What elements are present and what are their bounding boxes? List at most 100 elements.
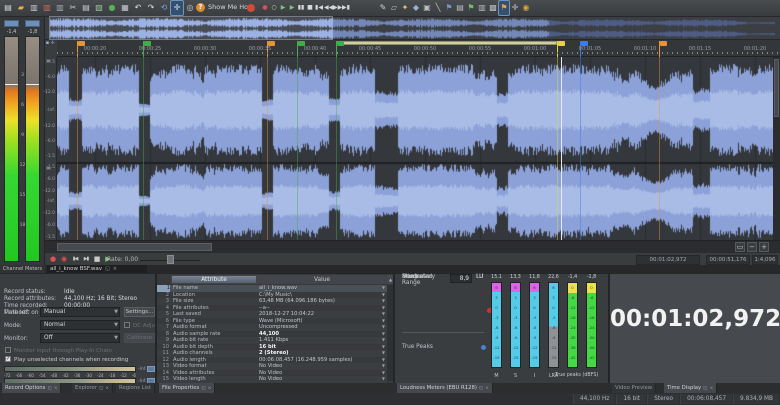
calibrate-button[interactable]: Calibrate: [124, 333, 155, 343]
doc-go-start-button[interactable]: ▮◀: [70, 254, 80, 265]
tool-icon[interactable]: ▥: [477, 1, 487, 15]
overview-waveform-canvas[interactable]: [45, 17, 780, 40]
horizontal-scrollbar-thumb[interactable]: [57, 243, 212, 251]
help-icon[interactable]: ?: [196, 3, 205, 12]
settings-button[interactable]: Settings...: [124, 307, 155, 317]
dc-adjust-checkbox[interactable]: [124, 322, 130, 328]
toolbar-icon[interactable]: ◎: [184, 1, 196, 15]
transport-icon[interactable]: ▮◀: [315, 1, 323, 15]
float-window-icon[interactable]: ◱: [99, 386, 103, 391]
tool-icon[interactable]: ✛: [510, 1, 520, 15]
tool-icon[interactable]: ◉: [521, 1, 531, 15]
doc-record-button[interactable]: ●: [48, 254, 58, 265]
doc-loop-record-button[interactable]: ◉: [59, 254, 69, 265]
playback-cursor[interactable]: [561, 57, 562, 240]
toolbar-icon[interactable]: ▥: [54, 1, 66, 15]
close-icon[interactable]: ×: [709, 386, 713, 391]
vertical-scrollbar[interactable]: [773, 57, 780, 240]
rate-slider-handle[interactable]: [167, 255, 174, 264]
waveform-canvas[interactable]: [57, 57, 773, 240]
tool-icon[interactable]: ◆: [411, 1, 421, 15]
float-window-icon[interactable]: ◱: [479, 386, 483, 391]
float-window-icon[interactable]: ◱: [47, 386, 51, 391]
tab-record-options[interactable]: Record Options◱×: [2, 383, 61, 393]
doc-go-end-button[interactable]: ▶▮: [81, 254, 91, 265]
doc-stop-button[interactable]: ■: [92, 254, 102, 265]
toolbar-icon[interactable]: ▥: [28, 1, 40, 15]
tool-icon[interactable]: ▤: [455, 1, 465, 15]
tab-loudness-meters[interactable]: Loudness Meters (EBU R128)◱×: [397, 383, 493, 393]
toolbar-icon[interactable]: ▧: [93, 1, 105, 15]
tool-icon[interactable]: ╲: [433, 1, 443, 15]
tool-icon[interactable]: ✎: [378, 1, 388, 15]
toolbar-icon[interactable]: ●: [106, 1, 118, 15]
channel1-minimize-button[interactable]: [46, 59, 51, 63]
tab-file-properties[interactable]: File Properties◱×: [159, 383, 215, 393]
close-icon[interactable]: ×: [485, 386, 489, 391]
close-icon[interactable]: ×: [54, 386, 58, 391]
marker-flag[interactable]: [336, 41, 344, 57]
monitor-input-checkbox[interactable]: [5, 347, 11, 353]
transport-icon[interactable]: ●: [261, 1, 269, 15]
toolbar-icon[interactable]: ↶: [132, 1, 144, 15]
peak-hold-right[interactable]: [25, 20, 40, 27]
tab-video-preview[interactable]: Video Preview: [612, 383, 656, 393]
value-column-header[interactable]: Value: [257, 275, 387, 284]
transport-icon[interactable]: ◀◀: [324, 1, 332, 15]
overview-bar[interactable]: [45, 17, 780, 40]
monitor-select[interactable]: Off▼: [40, 333, 120, 343]
float-window-icon[interactable]: ◱: [201, 386, 205, 391]
snap-icon[interactable]: ✛: [50, 40, 55, 46]
zoom-window-button[interactable]: ▭: [735, 242, 745, 252]
transport-icon[interactable]: ▶▮: [342, 1, 350, 15]
tool-icon[interactable]: ▣: [422, 1, 432, 15]
transport-icon[interactable]: ▮▮: [297, 1, 305, 15]
channel-meters-tab[interactable]: Channel Meters: [0, 265, 45, 273]
record-arm-left-button[interactable]: [147, 366, 155, 372]
tool-icon[interactable]: ▩: [488, 1, 498, 15]
toolbar-icon[interactable]: ▦: [119, 1, 131, 15]
zoom-in-button[interactable]: +: [759, 242, 769, 252]
toolbar-icon[interactable]: ▤: [2, 1, 14, 15]
float-window-icon[interactable]: ◱: [105, 265, 110, 273]
transport-icon[interactable]: ○: [270, 1, 278, 15]
toolbar-icon[interactable]: ▰: [15, 1, 27, 15]
tool-icon[interactable]: ▱: [389, 1, 399, 15]
close-icon[interactable]: ×: [113, 265, 117, 273]
property-row[interactable]: 15 Video length No Video ▼: [157, 376, 387, 383]
toolbar-icon[interactable]: ✛: [171, 1, 183, 15]
method-select[interactable]: Manual▼: [40, 307, 120, 317]
document-tab[interactable]: all_i_know BSF.wav ◱ ×: [47, 265, 147, 273]
play-unselected-checkbox[interactable]: ✓: [5, 356, 11, 362]
close-icon[interactable]: ×: [105, 386, 109, 391]
horizontal-scrollbar[interactable]: ▭ − +: [45, 240, 780, 252]
tool-icon[interactable]: ⚑: [499, 1, 509, 15]
channel2-minimize-button[interactable]: [46, 166, 51, 170]
alert-red-dot-icon[interactable]: [247, 4, 255, 12]
toolbar-icon[interactable]: ▤: [80, 1, 92, 15]
zoom-out-button[interactable]: −: [747, 242, 757, 252]
toolbar-icon[interactable]: ✂: [67, 1, 79, 15]
row-dropdown-icon[interactable]: ▼: [382, 376, 385, 383]
marker-flag-head[interactable]: [660, 41, 667, 46]
tool-icon[interactable]: ✦: [400, 1, 410, 15]
transport-icon[interactable]: ▶▶: [333, 1, 341, 15]
float-window-icon[interactable]: ◱: [703, 386, 707, 391]
tool-icon[interactable]: ⚑: [444, 1, 454, 15]
marker-flag[interactable]: [557, 41, 565, 57]
tool-icon[interactable]: ⚑: [466, 1, 476, 15]
transport-icon[interactable]: ▶: [279, 1, 287, 15]
toolbar-icon[interactable]: ▥: [41, 1, 53, 15]
transport-icon[interactable]: ▶: [288, 1, 296, 15]
waveform-display[interactable]: [57, 57, 773, 240]
toolbar-icon[interactable]: ↷: [145, 1, 157, 15]
time-ruler[interactable]: ▪✛: [45, 40, 780, 57]
zoom-ratio-readout[interactable]: 1:4,096: [752, 255, 778, 265]
tab-regions-list[interactable]: Regions List: [116, 383, 155, 393]
vertical-scrollbar-thumb[interactable]: [774, 59, 779, 117]
marker-flag-head[interactable]: [558, 41, 565, 46]
tab-explorer[interactable]: Explorer◱×: [72, 383, 113, 393]
marker-flag-head[interactable]: [337, 41, 344, 46]
close-icon[interactable]: ×: [208, 386, 212, 391]
cursor-position-readout[interactable]: 00:01:02,972: [636, 255, 700, 265]
